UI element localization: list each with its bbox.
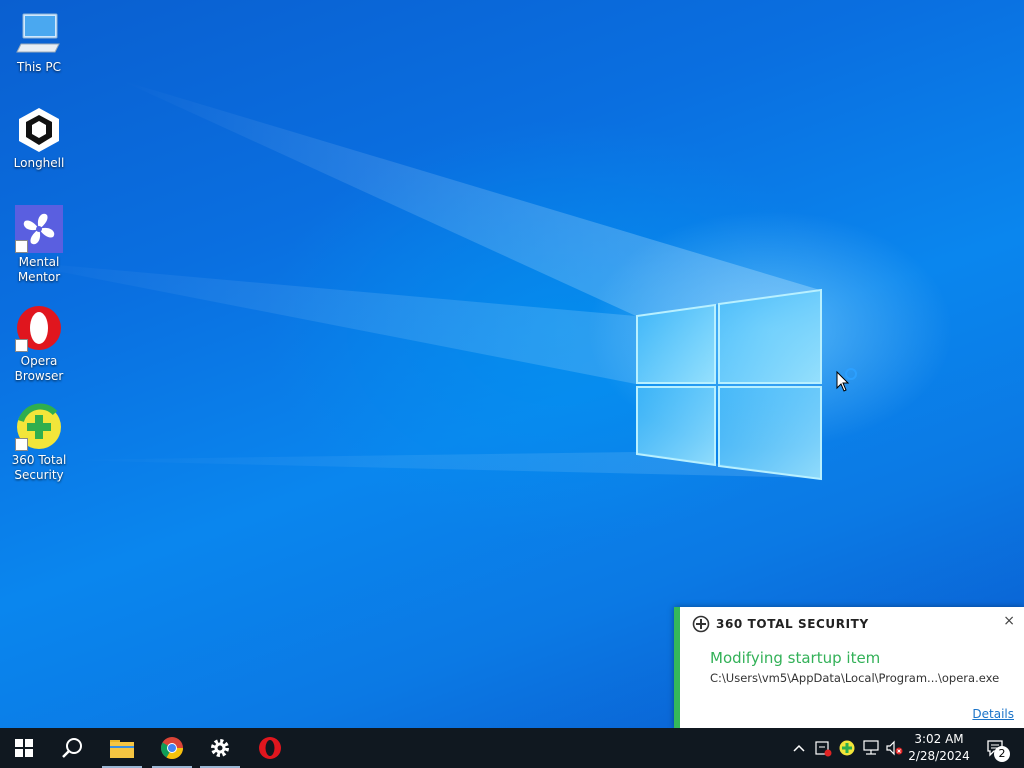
mouse-cursor-busy-icon [836,368,857,392]
tray-security-alert[interactable] [812,728,834,768]
windows-logo [636,288,822,481]
desktop-icon-mental-mentor[interactable]: Mental Mentor [6,205,72,285]
taskbar-clock[interactable]: 3:02 AM 2/28/2024 [904,731,974,765]
security-alert-icon [815,741,832,757]
shortcut-arrow-icon [15,438,28,451]
icon-label: Opera Browser [14,354,64,383]
shortcut-arrow-icon [15,339,28,352]
icon-label: 360 Total Security [11,453,67,482]
shortcut-arrow-icon [15,240,28,253]
computer-icon [16,13,60,53]
tray-360-security[interactable] [836,728,858,768]
start-button[interactable] [0,728,48,768]
taskbar-opera[interactable] [246,728,294,768]
desktop-icon-this-pc[interactable]: This PC [6,10,72,75]
toast-details-link[interactable]: Details [972,707,1014,721]
icon-label: This PC [17,60,61,74]
tray-volume[interactable] [884,728,906,768]
toast-close-button[interactable]: × [1003,613,1015,629]
360-tray-icon [839,740,855,756]
volume-muted-icon [886,740,903,756]
desktop-icon-longhell[interactable]: Longhell [6,106,72,171]
360-logo-icon [692,615,710,633]
chevron-up-icon [793,744,805,752]
security-notification-toast[interactable]: 360 TOTAL SECURITY × Modifying startup i… [674,607,1024,728]
desktop-icon-360-total-security[interactable]: 360 Total Security [6,403,72,483]
taskbar: 3:02 AM 2/28/2024 2 [0,728,1024,768]
icon-label: Longhell [13,156,65,170]
toast-brand: 360 TOTAL SECURITY [692,615,869,633]
action-center-button[interactable]: 2 [978,728,1014,768]
chrome-icon [161,737,183,759]
opera-icon [259,737,281,759]
desktop[interactable]: This PC Longhell Mental Mentor Opera Bro… [0,0,1024,728]
network-icon [863,740,879,755]
notification-count-badge: 2 [994,746,1010,762]
tray-network[interactable] [860,728,882,768]
taskbar-chrome[interactable] [148,728,196,768]
start-icon [15,739,33,757]
toast-title: Modifying startup item [710,649,881,667]
settings-icon [211,739,229,757]
search-button[interactable] [48,728,96,768]
desktop-icon-opera-browser[interactable]: Opera Browser [6,304,72,384]
tray-overflow-button[interactable] [788,728,810,768]
icon-label: Mental Mentor [17,255,61,284]
search-icon [62,738,82,758]
clock-time: 3:02 AM [914,732,964,746]
taskbar-file-explorer[interactable] [98,728,146,768]
toast-path: C:\Users\vm5\AppData\Local\Program...\op… [710,671,1000,685]
file-explorer-icon [110,740,134,758]
taskbar-settings[interactable] [196,728,244,768]
clock-date: 2/28/2024 [908,749,970,763]
toast-brand-label: 360 TOTAL SECURITY [716,617,869,631]
unity-icon [19,108,59,152]
